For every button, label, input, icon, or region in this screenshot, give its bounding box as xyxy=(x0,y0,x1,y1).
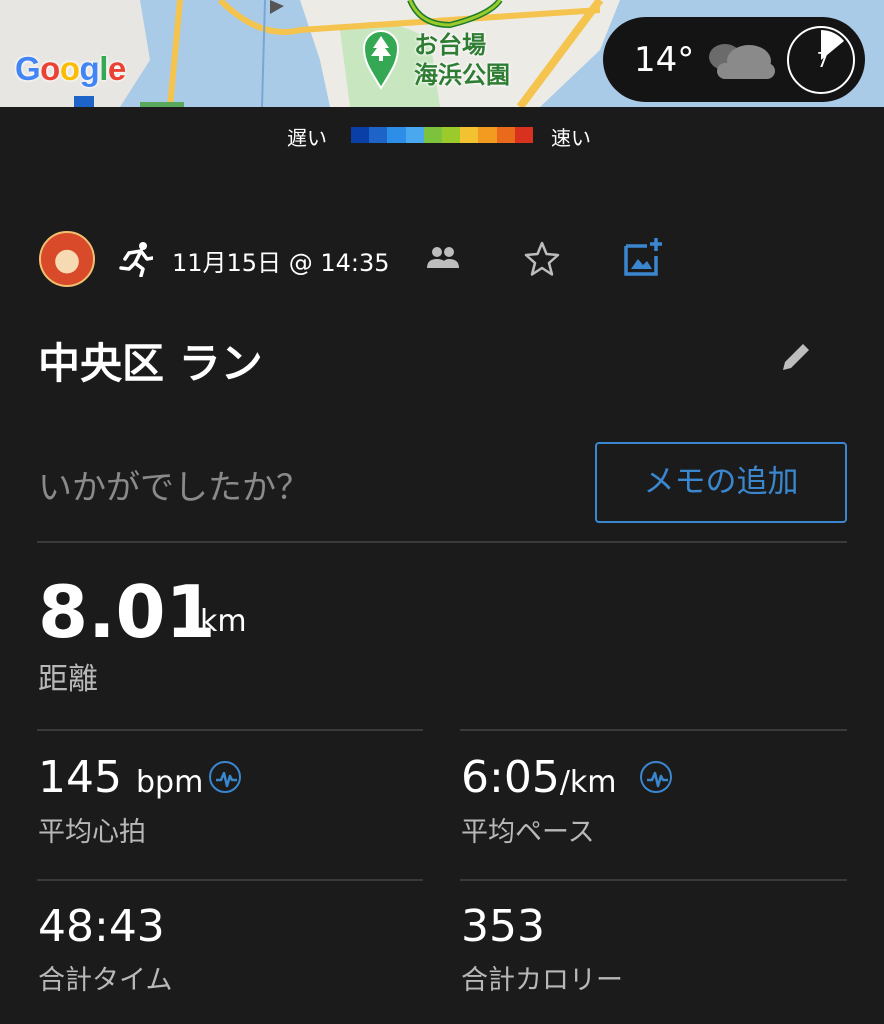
legend-fast-label: 速い xyxy=(551,126,591,150)
divider xyxy=(460,729,847,731)
heart-rate-value: 145 xyxy=(38,752,122,803)
park-label: お台場 海浜公園 xyxy=(414,31,510,89)
distance-value: 8.01 xyxy=(38,570,216,654)
add-photo-icon[interactable] xyxy=(623,236,665,278)
pace-color-swatch xyxy=(478,127,497,143)
distance-unit: km xyxy=(200,604,247,639)
uv-index-ring: 7 xyxy=(787,26,855,94)
heart-rate-stat: 145 bpm xyxy=(38,752,203,803)
pace-color-scale xyxy=(351,127,534,143)
pace-stat: 6:05/km xyxy=(461,752,617,803)
avatar[interactable] xyxy=(39,231,95,287)
google-logo: Google xyxy=(15,50,126,87)
weather-widget[interactable]: 14° 7 xyxy=(603,17,865,102)
star-icon[interactable] xyxy=(523,240,561,278)
heart-rate-label: 平均心拍 xyxy=(38,817,146,848)
pace-color-swatch xyxy=(460,127,479,143)
pace-color-swatch xyxy=(387,127,406,143)
pace-color-swatch xyxy=(423,127,443,143)
add-memo-button[interactable]: メモの追加 xyxy=(595,442,847,523)
divider xyxy=(460,879,847,881)
pace-value: 6:05 xyxy=(461,752,560,803)
pace-label: 平均ペース xyxy=(461,817,595,848)
heart-rate-unit: bpm xyxy=(135,765,204,800)
calories-label: 合計カロリー xyxy=(461,965,623,996)
divider xyxy=(37,541,847,543)
activity-title: 中央区 ラン xyxy=(38,339,263,388)
route-map[interactable]: Google お台場 海浜公園 14° 7 xyxy=(0,0,884,107)
heart-rate-chart-icon[interactable] xyxy=(209,761,241,793)
uv-index-value: 7 xyxy=(816,48,830,72)
feeling-prompt: いかがでしたか？ xyxy=(38,468,310,508)
pace-color-swatch xyxy=(442,127,461,143)
cloud-icon xyxy=(709,44,775,79)
total-time-label: 合計タイム xyxy=(38,965,173,996)
pace-color-swatch xyxy=(369,127,388,143)
pace-color-swatch xyxy=(514,127,534,143)
pace-color-swatch xyxy=(405,127,424,143)
divider xyxy=(37,879,423,881)
legend-slow-label: 遅い xyxy=(287,126,327,150)
total-time-value: 48:43 xyxy=(38,901,165,952)
divider xyxy=(37,729,423,731)
pace-color-swatch xyxy=(496,127,515,143)
pace-chart-icon[interactable] xyxy=(640,761,672,793)
pace-legend: 遅い 速い xyxy=(0,120,884,150)
people-icon[interactable] xyxy=(426,244,460,272)
edit-icon[interactable] xyxy=(779,340,813,374)
pace-color-swatch xyxy=(351,127,370,143)
calories-value: 353 xyxy=(461,901,545,952)
pace-unit: /km xyxy=(559,765,617,800)
distance-label: 距離 xyxy=(38,662,98,697)
activity-date: 11月15日 @ 14:35 xyxy=(172,249,390,277)
running-icon xyxy=(119,242,153,277)
temperature: 14° xyxy=(634,40,695,80)
park-marker-icon xyxy=(362,30,400,90)
